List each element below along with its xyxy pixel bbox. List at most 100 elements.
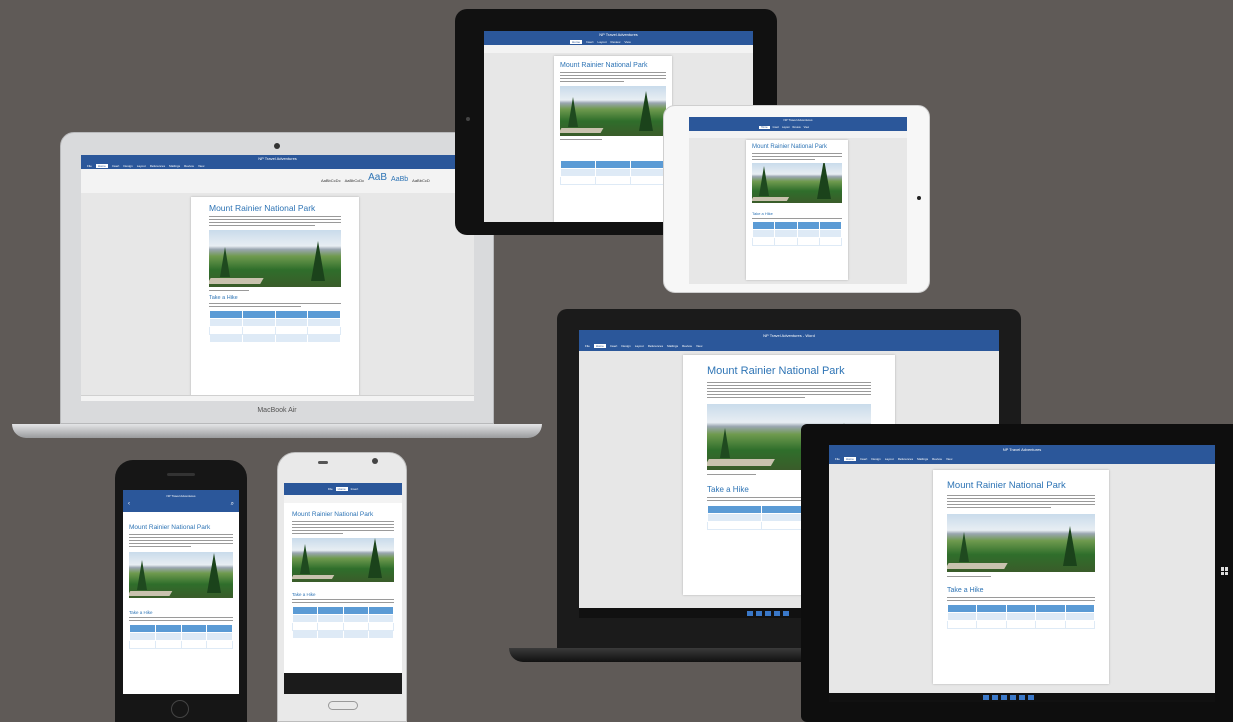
tab-file[interactable]: File — [87, 164, 92, 168]
tab-home[interactable]: Home — [335, 487, 348, 491]
word-ribbon: File Home Insert — [284, 483, 402, 495]
section-paragraph — [947, 597, 1095, 601]
word-ribbon: NP Travel Adventures - Word File Home In… — [579, 330, 999, 351]
taskbar-app-icon[interactable] — [1001, 695, 1008, 700]
tab-home[interactable]: Home — [570, 39, 583, 44]
document-title: Mount Rainier National Park — [752, 144, 828, 150]
body-paragraph — [707, 382, 871, 398]
tab-file[interactable]: File — [328, 487, 333, 491]
style-normal[interactable]: AaBbCcDc — [321, 178, 341, 183]
taskbar-app-icon[interactable] — [1019, 695, 1026, 700]
ribbon-tabs: File Home Insert Design Layout Reference… — [829, 454, 1215, 464]
tab-review[interactable]: Review — [184, 164, 194, 168]
tab-layout[interactable]: Layout — [598, 40, 607, 44]
iphone: NP Travel Adventures ‹ ⌕ Mount Rainier N… — [115, 460, 247, 722]
tab-view[interactable]: View — [804, 126, 809, 129]
document-page: Mount Rainier National Park Take a Hike — [129, 524, 233, 694]
android-phone: File Home Insert Mount Rainier National … — [277, 452, 407, 722]
tab-home[interactable]: Home — [843, 457, 856, 461]
tab-insert[interactable]: Insert — [586, 40, 594, 44]
body-paragraph — [560, 72, 666, 82]
tab-home[interactable]: Home — [95, 163, 108, 168]
tab-review[interactable]: Review — [932, 457, 942, 461]
back-icon[interactable]: ‹ — [128, 501, 130, 508]
section-heading: Take a Hike — [209, 295, 238, 301]
window-title: NP Travel Adventures — [599, 32, 638, 37]
style-title[interactable]: AaBbCcD — [412, 178, 430, 183]
style-heading1[interactable]: AaB — [368, 172, 387, 183]
macbook-base — [12, 424, 542, 438]
section-heading: Take a Hike — [129, 610, 153, 615]
section-paragraph — [292, 599, 394, 603]
tab-file[interactable]: File — [835, 457, 840, 461]
style-heading2[interactable]: AaBb — [391, 176, 408, 183]
tab-layout[interactable]: Layout — [635, 344, 644, 348]
iphone-screen: NP Travel Adventures ‹ ⌕ Mount Rainier N… — [123, 490, 239, 694]
taskbar-app-icon[interactable] — [747, 610, 753, 616]
home-button — [466, 117, 470, 121]
tab-review[interactable]: Review — [682, 344, 692, 348]
taskbar-app-icon[interactable] — [992, 695, 999, 700]
tab-references[interactable]: References — [648, 344, 663, 348]
section-heading: Take a Hike — [292, 592, 316, 597]
document-canvas: Mount Rainier National Park Take a Hike — [81, 193, 474, 401]
taskbar-app-icon[interactable] — [1010, 695, 1017, 700]
home-button[interactable] — [171, 700, 189, 718]
park-photo — [560, 86, 666, 136]
window-title: NP Travel Adventures — [783, 118, 813, 122]
home-button[interactable] — [328, 701, 358, 710]
body-paragraph — [209, 216, 341, 226]
taskbar-app-icon[interactable] — [765, 610, 771, 616]
tab-design[interactable]: Design — [621, 344, 630, 348]
tab-references[interactable]: References — [898, 457, 913, 461]
taskbar-app-icon[interactable] — [774, 610, 780, 616]
tab-design[interactable]: Design — [123, 164, 132, 168]
tab-layout[interactable]: Layout — [885, 457, 894, 461]
ribbon-tabs: File Home Insert Design Layout Reference… — [579, 340, 999, 351]
tab-insert[interactable]: Insert — [351, 487, 359, 491]
ribbon-tabs: File Home Insert Design Layout Reference… — [81, 162, 474, 169]
tab-view[interactable]: View — [696, 344, 702, 348]
tab-home[interactable]: Home — [593, 343, 606, 348]
surface-screen: NP Travel Adventures File Home Insert De… — [829, 445, 1215, 702]
tab-view[interactable]: View — [198, 164, 204, 168]
tab-insert[interactable]: Insert — [773, 126, 779, 129]
tab-file[interactable]: File — [585, 344, 590, 348]
tab-mailings[interactable]: Mailings — [917, 457, 928, 461]
taskbar-app-icon[interactable] — [983, 695, 990, 700]
windows-logo-icon — [1221, 567, 1229, 575]
document-title: Mount Rainier National Park — [129, 524, 211, 531]
tab-insert[interactable]: Insert — [860, 457, 868, 461]
document-page: Mount Rainier National Park Take a Hike — [284, 503, 402, 673]
tab-view[interactable]: View — [946, 457, 952, 461]
tab-review[interactable]: Review — [792, 126, 800, 129]
tab-review[interactable]: Review — [611, 40, 621, 44]
document-page: Mount Rainier National Park Take a Hike — [933, 470, 1109, 684]
tab-insert[interactable]: Insert — [610, 344, 618, 348]
word-ribbon: NP Travel Adventures ‹ ⌕ — [123, 490, 239, 512]
tab-mailings[interactable]: Mailings — [169, 164, 180, 168]
body-paragraph — [947, 495, 1095, 508]
taskbar-app-icon[interactable] — [783, 610, 789, 616]
tab-layout[interactable]: Layout — [137, 164, 146, 168]
tab-layout[interactable]: Layout — [782, 126, 790, 129]
tab-references[interactable]: References — [150, 164, 165, 168]
photo-caption — [947, 576, 1095, 577]
body-paragraph — [292, 521, 394, 534]
tab-design[interactable]: Design — [871, 457, 880, 461]
document-page: Mount Rainier National Park — [554, 56, 672, 222]
document-title: Mount Rainier National Park — [947, 480, 1066, 491]
tab-view[interactable]: View — [624, 40, 630, 44]
style-no-spacing[interactable]: AaBbCcDc — [345, 178, 365, 183]
trails-table — [291, 606, 395, 639]
macbook-air: NP Travel Adventures File Home Insert De… — [60, 132, 494, 424]
body-paragraph — [752, 153, 842, 160]
word-ribbon: NP Travel Adventures Home Insert Layout … — [484, 31, 753, 45]
taskbar-app-icon[interactable] — [756, 610, 762, 616]
tab-mailings[interactable]: Mailings — [667, 344, 678, 348]
section-heading: Take a Hike — [752, 211, 773, 216]
taskbar-app-icon[interactable] — [1028, 695, 1035, 700]
tab-insert[interactable]: Insert — [112, 164, 120, 168]
tab-home[interactable]: Home — [759, 126, 770, 129]
search-icon[interactable]: ⌕ — [231, 501, 234, 508]
